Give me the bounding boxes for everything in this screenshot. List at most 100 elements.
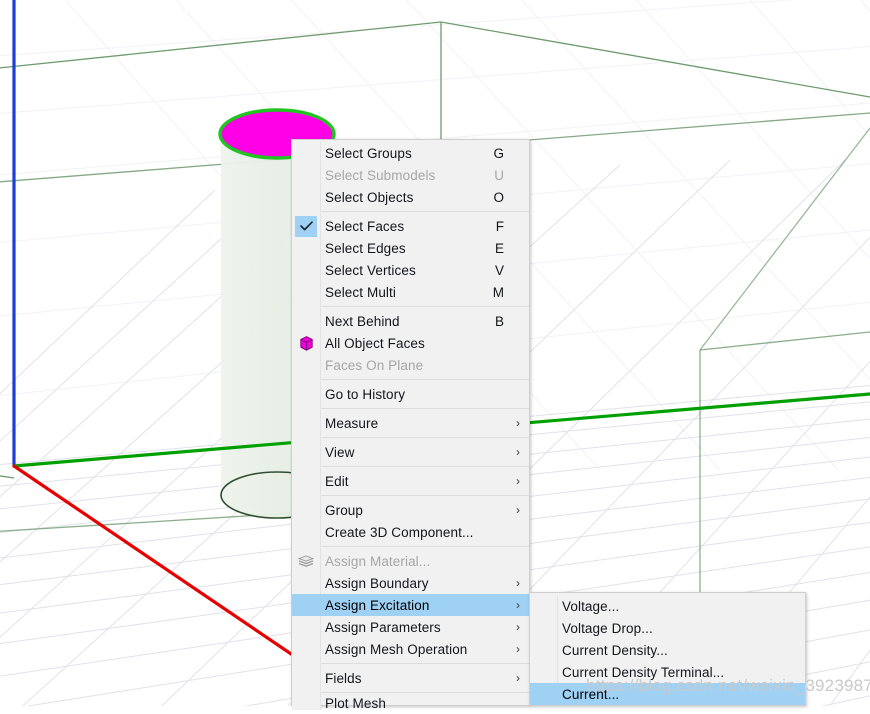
menu-item-select-edges[interactable]: Select Edges E <box>292 237 529 259</box>
submenu-item-label: Voltage... <box>562 598 620 614</box>
modeler-context-menu[interactable]: Select Groups G Select Submodels U Select Ob… <box>291 139 530 711</box>
menu-item-icon-slot <box>292 164 320 186</box>
menu-item-fields[interactable]: Fields › <box>292 667 529 689</box>
chevron-right-icon: › <box>516 445 520 459</box>
menu-separator <box>320 211 529 212</box>
submenu-item-icon-slot <box>530 595 557 617</box>
menu-item-label: Assign Material... <box>325 553 431 569</box>
menu-item-icon-slot <box>292 441 320 463</box>
menu-item-shortcut: O <box>493 189 504 205</box>
menu-item-label: View <box>325 444 355 460</box>
menu-item-label: Select Edges <box>325 240 406 256</box>
menu-item-icon-slot <box>292 550 320 572</box>
submenu-item-current-density-terminal[interactable]: Current Density Terminal... <box>530 661 805 683</box>
menu-item-shortcut: B <box>494 313 504 329</box>
submenu-item-icon-slot <box>530 661 557 683</box>
menu-item-shortcut: F <box>495 218 504 234</box>
menu-separator <box>320 379 529 380</box>
menu-item-assign-mesh-operation[interactable]: Assign Mesh Operation › <box>292 638 529 660</box>
chevron-right-icon: › <box>516 416 520 430</box>
menu-item-edit[interactable]: Edit › <box>292 470 529 492</box>
menu-item-icon-slot <box>292 142 320 164</box>
submenu-item-current[interactable]: Current... <box>530 683 805 705</box>
menu-item-all-object-faces[interactable]: All Object Faces <box>292 332 529 354</box>
menu-item-label: Faces On Plane <box>325 357 424 373</box>
menu-item-group[interactable]: Group › <box>292 499 529 521</box>
menu-separator <box>320 663 529 664</box>
menu-item-icon-slot <box>292 572 320 594</box>
menu-item-select-objects[interactable]: Select Objects O <box>292 186 529 208</box>
menu-item-create-3d-component[interactable]: Create 3D Component... <box>292 521 529 543</box>
submenu-body: Voltage... Voltage Drop... Current Density… <box>530 595 805 705</box>
menu-item-shortcut: E <box>494 240 504 256</box>
menu-item-assign-boundary[interactable]: Assign Boundary › <box>292 572 529 594</box>
menu-item-icon-slot <box>292 383 320 405</box>
context-menu-item-list: Select Groups G Select Submodels U Select Ob… <box>292 142 529 711</box>
menu-item-label: Assign Boundary <box>325 575 429 591</box>
submenu-item-current-density[interactable]: Current Density... <box>530 639 805 661</box>
menu-item-assign-excitation[interactable]: Assign Excitation › <box>292 594 529 616</box>
menu-item-select-groups[interactable]: Select Groups G <box>292 142 529 164</box>
menu-item-label: Assign Excitation <box>325 597 430 613</box>
menu-item-icon-slot <box>292 499 320 521</box>
menu-item-icon-slot <box>292 412 320 434</box>
menu-item-go-to-history[interactable]: Go to History <box>292 383 529 405</box>
menu-separator <box>320 495 529 496</box>
chevron-right-icon: › <box>516 474 520 488</box>
menu-item-label: Select Objects <box>325 189 414 205</box>
menu-item-label: Edit <box>325 473 349 489</box>
submenu-item-label: Current Density... <box>562 642 668 658</box>
submenu-item-icon-slot <box>530 639 557 661</box>
assign-excitation-submenu[interactable]: Voltage... Voltage Drop... Current Density… <box>529 592 806 706</box>
menu-item-icon-slot <box>292 215 320 237</box>
menu-separator <box>320 466 529 467</box>
menu-separator <box>320 408 529 409</box>
menu-item-label: Measure <box>325 415 379 431</box>
chevron-right-icon: › <box>516 503 520 517</box>
menu-item-select-vertices[interactable]: Select Vertices V <box>292 259 529 281</box>
menu-item-icon-slot <box>292 186 320 208</box>
check-icon <box>295 215 317 237</box>
menu-separator <box>320 437 529 438</box>
cube-icon <box>299 335 313 351</box>
menu-item-select-faces[interactable]: Select Faces F <box>292 215 529 237</box>
menu-item-icon-slot <box>292 281 320 303</box>
menu-separator <box>320 692 529 693</box>
layers-icon <box>298 554 314 567</box>
menu-item-icon-slot <box>292 332 320 354</box>
menu-item-label: Fields <box>325 670 362 686</box>
menu-item-icon-slot <box>292 470 320 492</box>
menu-item-icon-slot <box>292 692 320 714</box>
menu-item-view[interactable]: View › <box>292 441 529 463</box>
menu-item-faces-on-plane: Faces On Plane <box>292 354 529 376</box>
menu-item-label: Select Submodels <box>325 167 436 183</box>
submenu-item-list: Voltage... Voltage Drop... Current Density… <box>530 595 805 705</box>
menu-item-label: Select Multi <box>325 284 396 300</box>
menu-item-label: All Object Faces <box>325 335 425 351</box>
menu-item-assign-parameters[interactable]: Assign Parameters › <box>292 616 529 638</box>
menu-item-label: Create 3D Component... <box>325 524 474 540</box>
submenu-item-label: Voltage Drop... <box>562 620 653 636</box>
menu-item-icon-slot <box>292 594 320 616</box>
chevron-right-icon: › <box>516 576 520 590</box>
menu-item-plot-mesh[interactable]: Plot Mesh <box>292 696 529 711</box>
menu-item-select-multi[interactable]: Select Multi M <box>292 281 529 303</box>
submenu-item-icon-slot <box>530 617 557 639</box>
chevron-right-icon: › <box>516 620 520 634</box>
submenu-item-voltage[interactable]: Voltage... <box>530 595 805 617</box>
menu-item-icon-slot <box>292 521 320 543</box>
submenu-item-label: Current... <box>562 686 620 702</box>
chevron-right-icon: › <box>516 642 520 656</box>
menu-item-icon-slot <box>292 259 320 281</box>
menu-separator <box>320 546 529 547</box>
menu-item-icon-slot <box>292 310 320 332</box>
check-glyph <box>299 221 313 231</box>
menu-item-label: Assign Mesh Operation <box>325 641 468 657</box>
menu-item-icon-slot <box>292 616 320 638</box>
menu-item-label: Next Behind <box>325 313 400 329</box>
menu-item-assign-material: Assign Material... <box>292 550 529 572</box>
menu-item-measure[interactable]: Measure › <box>292 412 529 434</box>
menu-item-icon-slot <box>292 354 320 376</box>
menu-item-next-behind[interactable]: Next Behind B <box>292 310 529 332</box>
submenu-item-voltage-drop[interactable]: Voltage Drop... <box>530 617 805 639</box>
